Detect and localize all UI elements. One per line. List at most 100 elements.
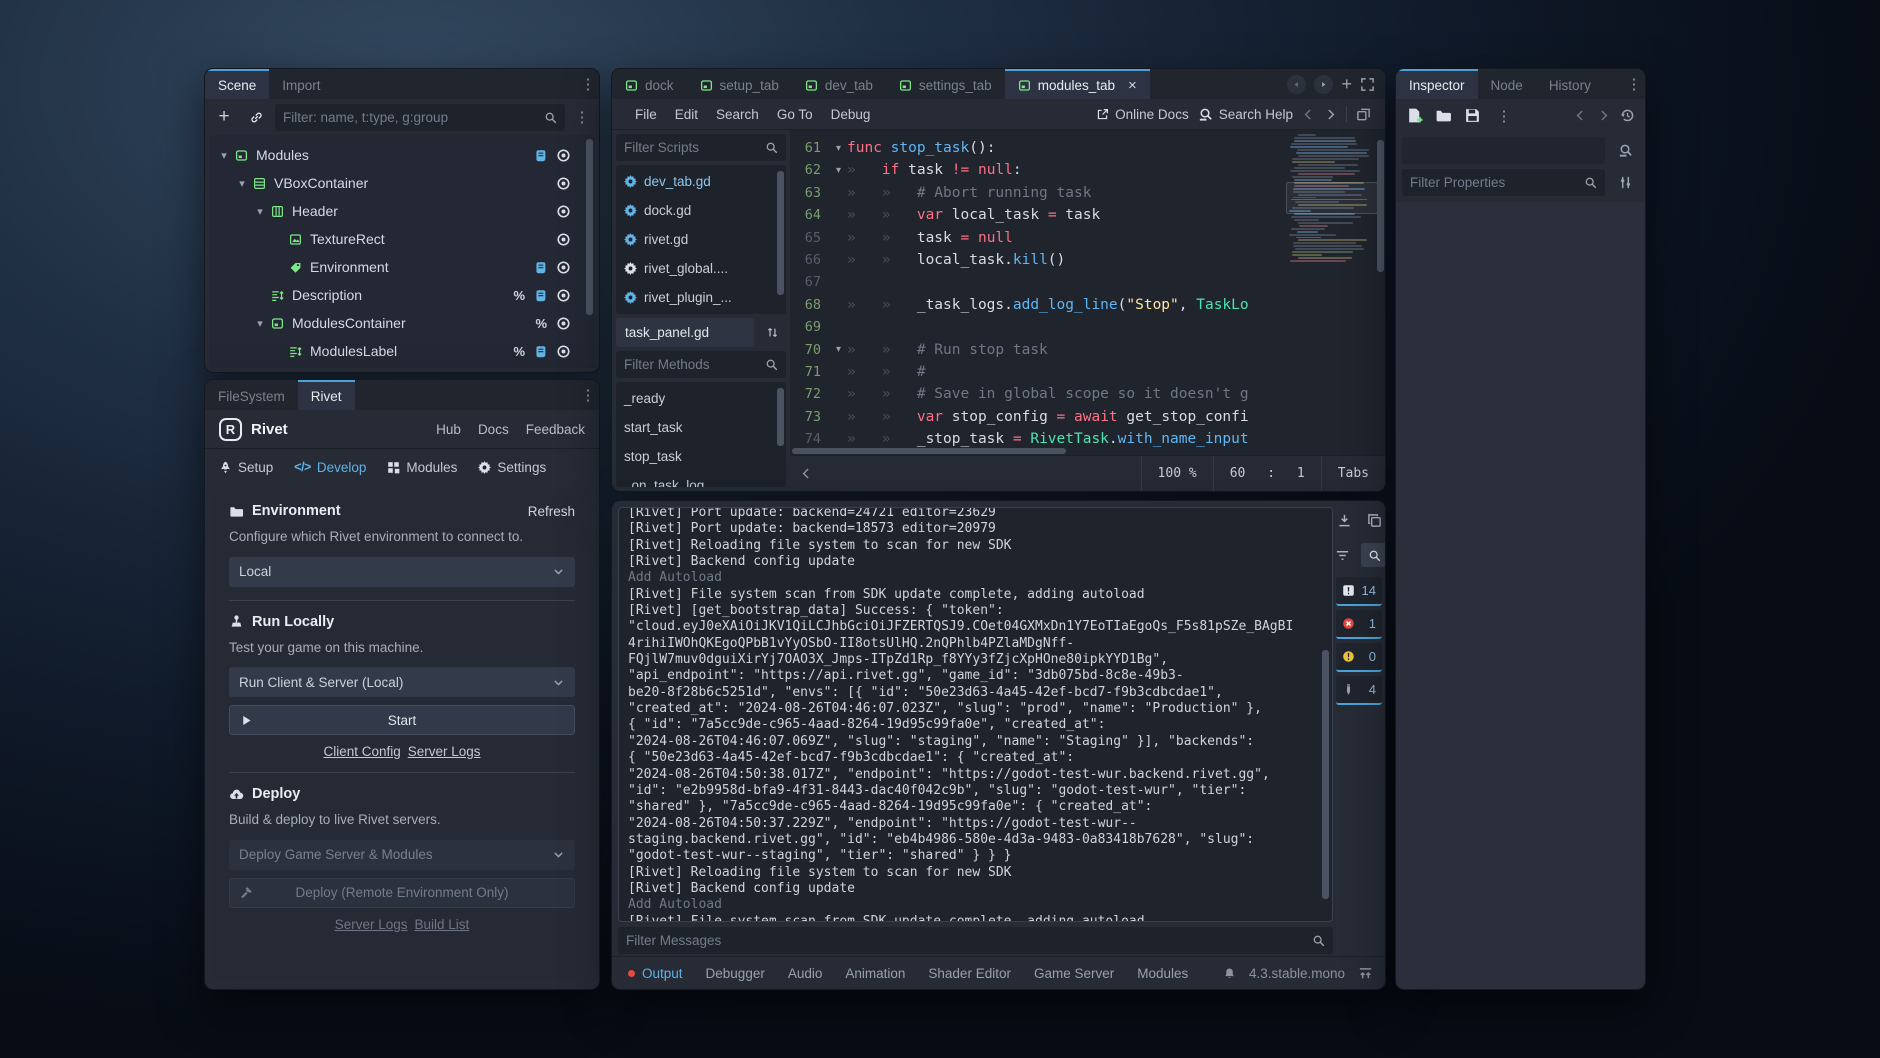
log-line[interactable]: [Rivet] Backend config update — [628, 881, 1318, 897]
bottom-tab-game-server[interactable]: Game Server — [1034, 966, 1114, 981]
log-line[interactable]: "godot-test-wur--staging", "tier": "shar… — [628, 848, 1318, 864]
rivet-link-feedback[interactable]: Feedback — [526, 422, 585, 437]
sidebar-collapse-icon[interactable] — [790, 467, 823, 480]
visibility-eye-icon[interactable] — [556, 204, 571, 219]
visibility-eye-icon[interactable] — [556, 316, 571, 331]
methods-scrollbar[interactable] — [777, 386, 784, 483]
tab-rivet[interactable]: Rivet — [298, 380, 355, 410]
link-deploy-server-logs[interactable]: Server Logs — [335, 917, 408, 932]
link-server-logs[interactable]: Server Logs — [408, 744, 481, 759]
log-line[interactable]: [Rivet] Reloading file system to scan fo… — [628, 865, 1318, 881]
log-line[interactable]: [Rivet] [get_bootstrap_data] Success: { … — [628, 603, 1318, 619]
inspector-menu-icon[interactable]: ⋮ — [1623, 69, 1645, 99]
link-deploy-build-list[interactable]: Build List — [415, 917, 470, 932]
rivet-nav-modules[interactable]: Modules — [387, 460, 457, 475]
history-back-icon[interactable] — [1302, 108, 1315, 121]
scene-panel-menu-icon[interactable]: ⋮ — [577, 69, 599, 99]
scripts-filter-input[interactable] — [624, 140, 765, 155]
new-tab-button[interactable]: + — [1341, 74, 1352, 95]
log-line[interactable]: Add Autoload — [628, 897, 1318, 913]
tab-node[interactable]: Node — [1478, 69, 1536, 99]
log-line[interactable]: "created_at": "2024-08-26T04:46:07.023Z"… — [628, 701, 1318, 717]
log-line[interactable]: "2024-08-26T04:50:37.229Z", "endpoint": … — [628, 816, 1318, 832]
bottom-tab-output[interactable]: Output — [628, 966, 683, 981]
visibility-eye-icon[interactable] — [556, 344, 571, 359]
tab-scene[interactable]: Scene — [205, 69, 269, 99]
start-button[interactable]: Start — [229, 705, 575, 735]
menu-search[interactable]: Search — [707, 107, 768, 122]
log-filter-toggle[interactable]: 14 — [1336, 577, 1382, 606]
log-line[interactable]: [Rivet] File system scan from SDK update… — [628, 914, 1318, 922]
output-log[interactable]: [Rivet] Port update: backend=24721 edito… — [618, 507, 1333, 922]
environment-select[interactable]: Local — [229, 557, 575, 587]
methods-filter-input[interactable] — [624, 357, 765, 372]
visibility-eye-icon[interactable] — [556, 176, 571, 191]
show-search-button[interactable] — [1361, 543, 1386, 567]
log-line[interactable]: "2024-08-26T04:46:07.069Z", "slug": "sta… — [628, 734, 1318, 750]
method-list-item[interactable]: _ready — [616, 384, 786, 413]
rivet-nav-setup[interactable]: Setup — [219, 460, 273, 475]
history-forward-icon[interactable] — [1324, 108, 1337, 121]
attached-script-icon[interactable] — [534, 345, 547, 358]
resource-menu-icon[interactable]: ⋮ — [1493, 107, 1515, 125]
scene-tree-scrollbar[interactable] — [586, 139, 593, 364]
scene-tab-modules-tab[interactable]: modules_tab× — [1005, 69, 1150, 99]
add-node-button[interactable]: + — [211, 104, 237, 130]
history-back-icon[interactable] — [1574, 109, 1587, 122]
indent-mode[interactable]: Tabs — [1321, 456, 1385, 491]
selected-script[interactable]: task_panel.gd — [616, 318, 754, 347]
log-line[interactable]: "cloud.eyJ0eXAiOiJKV1QiLCJhbGciOiJFZERTQ… — [628, 619, 1318, 635]
save-resource-icon[interactable] — [1464, 107, 1481, 124]
history-forward-icon[interactable] — [1597, 109, 1610, 122]
script-list-item[interactable]: rivet.gd — [616, 225, 786, 254]
expand-icon[interactable] — [1360, 77, 1375, 92]
zoom-level[interactable]: 100 % — [1141, 456, 1213, 491]
script-list-item[interactable]: rivet_plugin_... — [616, 283, 786, 312]
code-editor[interactable]: 61▾func stop_task():62▾» if task != null… — [790, 130, 1385, 447]
deploy-button[interactable]: Deploy (Remote Environment Only) — [229, 878, 575, 908]
rivet-nav-settings[interactable]: Settings — [478, 460, 546, 475]
bottom-tab-audio[interactable]: Audio — [788, 966, 823, 981]
copy-log-button[interactable] — [1363, 509, 1385, 531]
messages-filter-input[interactable] — [626, 933, 1312, 948]
method-list-item[interactable]: start_task — [616, 413, 786, 442]
bottom-tab-modules[interactable]: Modules — [1137, 966, 1188, 981]
scene-tab-dev-tab[interactable]: dev_tab — [792, 69, 886, 99]
search-help-button[interactable]: Search Help — [1198, 107, 1293, 122]
scene-tab-settings-tab[interactable]: settings_tab — [886, 69, 1005, 99]
visibility-eye-icon[interactable] — [556, 288, 571, 303]
log-line[interactable]: "2024-08-26T04:50:38.017Z", "endpoint": … — [628, 767, 1318, 783]
previous-tab-button[interactable] — [1287, 75, 1306, 94]
tree-row-texturerect[interactable]: TextureRect — [211, 225, 593, 253]
log-line[interactable]: 4rihiIWOhQKEgoQPbB1vYyOSbO-II8otsUlHQ.2n… — [628, 636, 1318, 652]
scene-tab-dock[interactable]: dock — [612, 69, 687, 99]
log-line[interactable]: [Rivet] Reloading file system to scan fo… — [628, 538, 1318, 554]
log-line[interactable]: "id": "e2b9958d-bfa9-4f31-8443-dac40f042… — [628, 783, 1318, 799]
expand-arrow-icon[interactable]: ▾ — [253, 317, 267, 330]
log-line[interactable]: [Rivet] Port update: backend=18573 edito… — [628, 521, 1318, 537]
save-log-button[interactable] — [1333, 509, 1355, 531]
script-list-item[interactable]: dock.gd — [616, 196, 786, 225]
visibility-eye-icon[interactable] — [556, 232, 571, 247]
fold-arrow-icon[interactable]: ▾ — [830, 344, 847, 355]
log-line[interactable]: "api_endpoint": "https://api.rivet.gg", … — [628, 668, 1318, 684]
log-line[interactable]: Add Autoload — [628, 570, 1318, 586]
bottom-tab-debugger[interactable]: Debugger — [706, 966, 765, 981]
online-docs-button[interactable]: Online Docs — [1096, 107, 1189, 122]
collapse-duplicates-button[interactable] — [1331, 544, 1353, 566]
script-list-item[interactable]: dev_tab.gd — [616, 167, 786, 196]
attached-script-icon[interactable] — [534, 149, 547, 162]
rivet-panel-menu-icon[interactable]: ⋮ — [577, 380, 599, 410]
sort-methods-button[interactable] — [758, 318, 786, 347]
visibility-eye-icon[interactable] — [556, 260, 571, 275]
menu-debug[interactable]: Debug — [822, 107, 880, 122]
properties-filter-input[interactable] — [1410, 175, 1584, 190]
fold-arrow-icon[interactable]: ▾ — [830, 165, 847, 176]
tree-row-moduleslabel[interactable]: ModulesLabel% — [211, 337, 593, 365]
edit-history-icon[interactable] — [1620, 108, 1635, 123]
log-line[interactable]: [Rivet] Backend config update — [628, 554, 1318, 570]
log-line[interactable]: [Rivet] Port update: backend=24721 edito… — [628, 507, 1318, 521]
menu-file[interactable]: File — [626, 107, 666, 122]
rivet-link-docs[interactable]: Docs — [478, 422, 509, 437]
code-minimap[interactable] — [1289, 134, 1375, 443]
